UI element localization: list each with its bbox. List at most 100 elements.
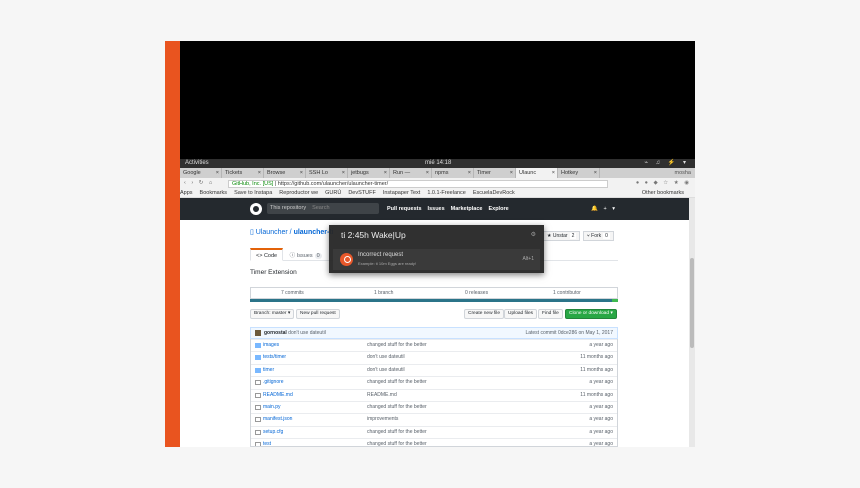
table-row[interactable]: README.md README.md 11 months ago [251, 388, 617, 401]
contributor-link[interactable]: 1 contributor [553, 288, 581, 298]
tab-issues[interactable]: ⓘ Issues 0 [285, 250, 327, 263]
file-commit-message[interactable]: don't use dateutil [367, 365, 405, 376]
system-tray-icons[interactable]: ⌁ ♫ ⚡ ▾ [644, 159, 689, 168]
clock[interactable]: mié 14:18 [425, 159, 451, 168]
close-tab-icon[interactable]: × [510, 168, 513, 178]
find-file-button[interactable]: Find file [538, 309, 563, 319]
file-commit-message[interactable]: changed stuff for the better [367, 402, 427, 413]
branch-select[interactable]: Branch: master ▾ [250, 309, 295, 319]
other-bookmarks[interactable]: Other bookmarks [642, 189, 684, 197]
upload-files-button[interactable]: Upload files [504, 309, 538, 319]
table-row[interactable]: main.py changed stuff for the better a yea… [251, 400, 617, 413]
avatar[interactable] [255, 330, 261, 336]
table-row[interactable]: tests/timer don't use dateutil 11 months a… [251, 351, 617, 363]
commit-message[interactable]: don't use dateutil [288, 330, 326, 336]
github-nav-link[interactable]: Issues [428, 206, 445, 212]
header-actions-icon[interactable]: 🔔 + ▾ [591, 198, 617, 220]
close-tab-icon[interactable]: × [342, 168, 345, 178]
latest-commit-info[interactable]: Latest commit 0dce286 on May 1, 2017 [525, 328, 613, 338]
file-name-link[interactable]: setup.cfg [263, 427, 283, 438]
browser-tab[interactable]: Hotkey × [558, 168, 600, 178]
file-commit-message[interactable]: README.md [367, 390, 397, 401]
table-row[interactable]: setup.cfg changed stuff for the better a y… [251, 425, 617, 438]
browser-tab[interactable]: Google × [180, 168, 222, 178]
github-logo-icon[interactable] [250, 203, 262, 215]
clone-download-button[interactable]: Clone or download ▾ [565, 309, 617, 319]
commit-author[interactable]: gornostal [264, 330, 287, 336]
github-nav-link[interactable]: Explore [488, 206, 508, 212]
close-tab-icon[interactable]: × [594, 168, 597, 178]
browser-tab[interactable]: SSH Lo × [306, 168, 348, 178]
new-pull-request-button[interactable]: New pull request [296, 309, 340, 319]
table-row[interactable]: images changed stuff for the better a year… [251, 339, 617, 351]
github-nav-link[interactable]: Pull requests [387, 206, 422, 212]
scrollbar-thumb[interactable] [690, 258, 694, 348]
browser-tab-label: SSH Lo [309, 170, 328, 176]
close-tab-icon[interactable]: × [384, 168, 387, 178]
repo-name-link[interactable]: ulauncher-ti [294, 229, 334, 236]
table-row[interactable]: .gitignore changed stuff for the better a … [251, 376, 617, 388]
create-file-button[interactable]: Create new file [464, 309, 504, 319]
bookmark-item[interactable]: Reproductor we [279, 190, 318, 196]
table-row[interactable]: timer don't use dateutil 11 months ago [251, 363, 617, 376]
close-tab-icon[interactable]: × [552, 168, 555, 178]
fork-count: 0 [603, 233, 610, 239]
bookmark-item[interactable]: DevSTUFF [348, 190, 376, 196]
branch-link[interactable]: 1 branch [374, 288, 393, 298]
extension-icons[interactable]: ● ● ◆ ☆ ★ ◉ [636, 178, 691, 189]
file-name-link[interactable]: manifest.json [263, 414, 292, 425]
bookmark-item[interactable]: GURÚ [325, 190, 341, 196]
bookmark-item[interactable]: Instapaper Text [383, 190, 421, 196]
github-nav-link[interactable]: Marketplace [451, 206, 483, 212]
file-commit-message[interactable]: changed stuff for the better [367, 427, 427, 438]
language-bar[interactable] [250, 299, 618, 302]
close-tab-icon[interactable]: × [216, 168, 219, 178]
activities-button[interactable]: Activities [185, 159, 209, 168]
table-row[interactable]: test changed stuff for the better a year a… [251, 438, 617, 446]
browser-tab[interactable]: npms × [432, 168, 474, 178]
browser-tab[interactable]: jetbugs × [348, 168, 390, 178]
close-tab-icon[interactable]: × [300, 168, 303, 178]
file-icon [255, 404, 261, 410]
file-name-link[interactable]: test [263, 439, 271, 446]
browser-tab[interactable]: Run — × [390, 168, 432, 178]
file-commit-message[interactable]: changed stuff for the better [367, 377, 427, 388]
file-commit-message[interactable]: improvements [367, 414, 398, 425]
file-name-link[interactable]: images [263, 340, 279, 351]
bookmark-item[interactable]: Bookmarks [200, 190, 228, 196]
browser-tab[interactable]: Timer × [474, 168, 516, 178]
file-commit-message[interactable]: changed stuff for the better [367, 340, 427, 351]
file-name-link[interactable]: tests/timer [263, 352, 286, 363]
close-tab-icon[interactable]: × [258, 168, 261, 178]
fork-button[interactable]: ⑂ Fork 0 [582, 231, 614, 241]
browser-tab[interactable]: Tickets × [222, 168, 264, 178]
file-name-link[interactable]: README.md [263, 390, 293, 401]
browser-tab[interactable]: Ulaunc × [516, 168, 558, 178]
file-name-link[interactable]: .gitignore [263, 377, 284, 388]
bookmark-item[interactable]: EscuelaDevRock [473, 190, 515, 196]
gear-icon[interactable]: ⚙ [531, 231, 536, 238]
page-scrollbar[interactable] [689, 198, 695, 447]
file-name-link[interactable]: main.py [263, 402, 281, 413]
file-commit-message[interactable]: don't use dateutil [367, 352, 405, 363]
tab-code[interactable]: <> Code [250, 248, 284, 261]
address-bar[interactable]: GitHub, Inc. [US] | https://github.com/u… [228, 180, 608, 188]
bookmark-item[interactable]: Apps [180, 190, 193, 196]
ulauncher-result-item[interactable]: Incorrect request Example: ti 10m Eggs a… [333, 249, 540, 270]
bookmark-item[interactable]: 1.0.1-Freelance [427, 190, 466, 196]
close-tab-icon[interactable]: × [468, 168, 471, 178]
bookmark-item[interactable]: Save to Instapa [234, 190, 272, 196]
releases-link[interactable]: 0 releases [465, 288, 488, 298]
file-commit-message[interactable]: changed stuff for the better [367, 439, 427, 446]
repo-owner-link[interactable]: Ulauncher [256, 229, 288, 236]
browser-tab[interactable]: Browse × [264, 168, 306, 178]
close-tab-icon[interactable]: × [426, 168, 429, 178]
commit-summary: gornostal don't use dateutil [264, 328, 326, 338]
ulauncher-query-input[interactable]: ti 2:45h Wake|Up [341, 230, 406, 240]
repo-search-input[interactable]: This repository Search [267, 203, 379, 214]
nav-buttons-icon[interactable]: ‹ › ↻ ⌂ [184, 178, 214, 189]
commits-link[interactable]: 7 commits [281, 288, 304, 298]
file-name-link[interactable]: timer [263, 365, 274, 376]
table-row[interactable]: manifest.json improvements a year ago [251, 413, 617, 425]
unstar-button[interactable]: ★ Unstar 2 [543, 231, 581, 241]
